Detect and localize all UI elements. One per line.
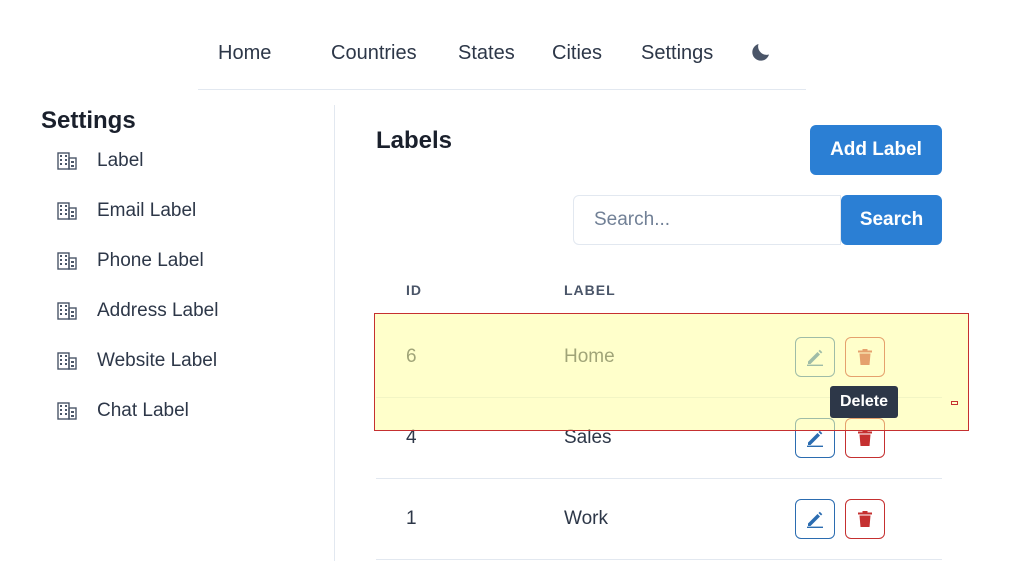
edit-button[interactable] <box>795 337 835 377</box>
nav-states[interactable]: States <box>458 42 515 65</box>
pencil-icon <box>807 430 823 447</box>
building-icon <box>57 352 77 370</box>
edit-button[interactable] <box>795 499 835 539</box>
sidebar-item-phone-label[interactable]: Phone Label <box>57 246 204 276</box>
sidebar-divider <box>334 105 335 561</box>
row-label: Work <box>564 508 608 529</box>
sidebar-item-website-label[interactable]: Website Label <box>57 346 217 376</box>
pencil-icon <box>807 349 823 366</box>
pencil-icon <box>807 511 823 528</box>
add-label-button[interactable]: Add Label <box>810 125 942 175</box>
sidebar-item-chat-label-text: Chat Label <box>97 400 189 421</box>
search-input[interactable] <box>573 195 841 245</box>
sidebar-item-email-label-text: Email Label <box>97 200 197 221</box>
delete-button[interactable] <box>845 337 885 377</box>
row-id: 4 <box>406 427 417 448</box>
trash-icon <box>858 430 872 446</box>
table-row: 1 Work <box>376 479 942 560</box>
trash-icon <box>858 349 872 365</box>
nav-settings[interactable]: Settings <box>641 42 713 65</box>
row-id: 6 <box>406 346 417 367</box>
building-icon <box>57 402 77 420</box>
building-icon <box>57 252 77 270</box>
row-label: Sales <box>564 427 612 448</box>
nav-home[interactable]: Home <box>218 42 271 65</box>
edit-button[interactable] <box>795 418 835 458</box>
trash-icon <box>858 511 872 527</box>
sidebar-item-phone-label-text: Phone Label <box>97 250 204 271</box>
sidebar-item-email-label[interactable]: Email Label <box>57 196 196 226</box>
sidebar-item-chat-label[interactable]: Chat Label <box>57 396 189 426</box>
highlight-marker <box>951 401 958 405</box>
search-button[interactable]: Search <box>841 195 942 245</box>
sidebar-item-address-label-text: Address Label <box>97 300 219 321</box>
delete-button[interactable] <box>845 499 885 539</box>
moon-icon[interactable] <box>749 40 773 64</box>
building-icon <box>57 202 77 220</box>
delete-button[interactable] <box>845 418 885 458</box>
building-icon <box>57 302 77 320</box>
sidebar-item-address-label[interactable]: Address Label <box>57 296 218 326</box>
page-title: Labels <box>376 127 453 154</box>
row-id: 1 <box>406 508 417 529</box>
column-header-label: LABEL <box>564 282 616 298</box>
sidebar-title: Settings <box>41 107 136 134</box>
sidebar-item-label[interactable]: Label <box>57 146 144 176</box>
building-icon <box>57 152 77 170</box>
delete-tooltip: Delete <box>830 386 899 418</box>
nav-countries[interactable]: Countries <box>331 42 417 65</box>
sidebar-item-label-text: Label <box>97 150 144 171</box>
nav-cities[interactable]: Cities <box>552 42 602 65</box>
top-nav: Home Countries States Cities Settings <box>198 0 806 90</box>
column-header-id: ID <box>406 282 422 298</box>
sidebar-item-website-label-text: Website Label <box>97 350 218 371</box>
row-label: Home <box>564 346 615 367</box>
